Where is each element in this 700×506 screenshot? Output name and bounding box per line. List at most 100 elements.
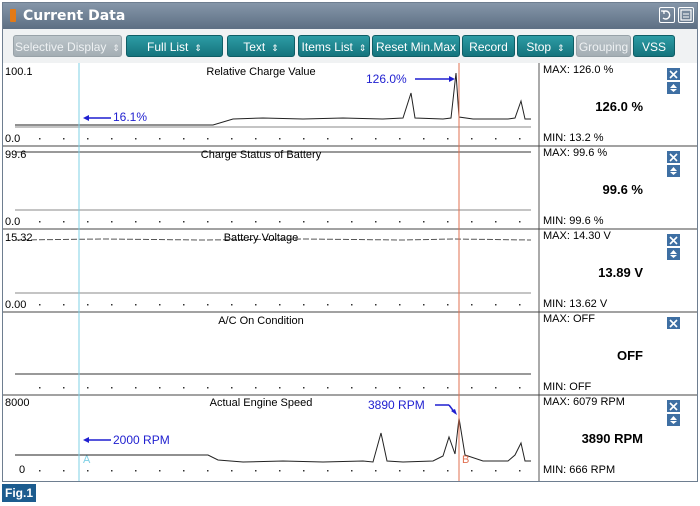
tick-dot (375, 221, 377, 223)
chart-area: 100.1 0.0 Relative Charge Value MAX: 126… (3, 63, 697, 481)
tick-dot (183, 138, 185, 140)
annotation-rpm-high: 3890 RPM (368, 398, 457, 415)
current-value: 99.6 % (603, 182, 644, 197)
updown-icon[interactable] (667, 165, 680, 177)
retry-icon[interactable] (659, 7, 675, 23)
tick-dot (279, 387, 281, 389)
annotation-text: 16.1% (113, 110, 147, 124)
current-data-window: Current Data Selective Display ⇕ Full Lis… (2, 2, 698, 482)
close-icon[interactable] (667, 151, 680, 163)
panel-ac-on-condition: A/C On Condition MAX: OFF OFF MIN: OFF (3, 313, 697, 396)
close-icon[interactable] (667, 400, 680, 412)
toolbar: Selective Display ⇕ Full List ⇕ Text ⇕ Item… (3, 29, 697, 63)
close-icon[interactable] (667, 317, 680, 329)
tick-dot (327, 304, 329, 306)
tick-dot (87, 387, 89, 389)
trace-line (15, 72, 531, 126)
tick-dot (207, 138, 209, 140)
text-button[interactable]: Text ⇕ (227, 35, 295, 57)
y-max-label: 8000 (5, 397, 29, 409)
vss-label: VSS (641, 40, 666, 54)
record-button[interactable]: Record (462, 35, 515, 57)
tick-dot (279, 470, 281, 472)
tick-dot (231, 387, 233, 389)
vss-button[interactable]: VSS (633, 35, 675, 57)
tick-dot (255, 470, 257, 472)
menu-icon[interactable] (678, 7, 694, 23)
tick-dot (375, 304, 377, 306)
tick-dot (303, 221, 305, 223)
updown-icon[interactable] (667, 82, 680, 94)
current-value: 13.89 V (598, 265, 643, 280)
text-label: Text (243, 40, 266, 54)
tick-dot (399, 387, 401, 389)
max-value: MAX: 6079 RPM (543, 396, 625, 408)
tick-dot (87, 138, 89, 140)
tick-dot (303, 470, 305, 472)
tick-dot (231, 470, 233, 472)
tick-dot (159, 470, 161, 472)
tick-dot (519, 221, 521, 223)
close-icon[interactable] (667, 234, 680, 246)
stop-button[interactable]: Stop ⇕ (517, 35, 574, 57)
tick-dot (111, 221, 113, 223)
y-max-label: 100.1 (5, 66, 33, 78)
tick-dot (207, 221, 209, 223)
close-icon[interactable] (667, 68, 680, 80)
tick-dot (255, 138, 257, 140)
tick-dot (159, 304, 161, 306)
tick-dot (135, 221, 137, 223)
stop-label: Stop (526, 40, 552, 54)
tick-dot (159, 387, 161, 389)
full-list-button[interactable]: Full List ⇕ (126, 35, 223, 57)
min-value: MIN: 99.6 % (543, 215, 604, 227)
tick-dot (327, 221, 329, 223)
items-list-button[interactable]: Items List ⇕ (298, 35, 370, 57)
panel-relative-charge-value: 100.1 0.0 Relative Charge Value MAX: 126… (3, 64, 697, 147)
current-value: 3890 RPM (582, 431, 643, 446)
tick-dot (471, 138, 473, 140)
selective-display-button[interactable]: Selective Display ⇕ (13, 35, 122, 57)
tick-dot (519, 138, 521, 140)
window-title: Current Data (23, 8, 126, 24)
reset-minmax-button[interactable]: Reset Min.Max (372, 35, 460, 57)
tick-dot (351, 387, 353, 389)
updown-icon[interactable] (667, 414, 680, 426)
tick-dot (471, 221, 473, 223)
tick-dot (495, 470, 497, 472)
tick-dot (39, 138, 41, 140)
tick-dot (519, 304, 521, 306)
tick-dot (471, 470, 473, 472)
updown-icon[interactable] (667, 248, 680, 260)
panel-title: A/C On Condition (218, 315, 304, 327)
tick-dot (207, 470, 209, 472)
updown-icon: ⇕ (194, 43, 202, 53)
tick-dot (303, 138, 305, 140)
min-value: MIN: OFF (543, 381, 592, 393)
tick-dot (183, 221, 185, 223)
tick-dot (495, 138, 497, 140)
tick-dot (471, 387, 473, 389)
tick-dot (111, 138, 113, 140)
updown-icon: ⇕ (358, 43, 367, 53)
grouping-button[interactable]: Grouping (576, 35, 631, 57)
tick-dot (399, 470, 401, 472)
tick-dot (495, 304, 497, 306)
tick-dot (303, 304, 305, 306)
tick-dot (279, 221, 281, 223)
figure-label: Fig.1 (2, 484, 36, 502)
tick-dot (135, 387, 137, 389)
tick-dot (423, 304, 425, 306)
current-value: 126.0 % (595, 99, 643, 114)
panel-battery-voltage: 15.32 0.00 Battery Voltage MAX: 14.30 V … (3, 230, 697, 313)
tick-dot (303, 387, 305, 389)
max-value: MAX: 14.30 V (543, 230, 612, 242)
current-value: OFF (617, 348, 643, 363)
cursor-a-label: A (83, 454, 91, 466)
tick-dot (39, 470, 41, 472)
tick-dot (231, 138, 233, 140)
selective-display-label: Selective Display (15, 40, 107, 54)
tick-dot (495, 221, 497, 223)
tick-dot (87, 221, 89, 223)
full-list-label: Full List (147, 40, 189, 54)
